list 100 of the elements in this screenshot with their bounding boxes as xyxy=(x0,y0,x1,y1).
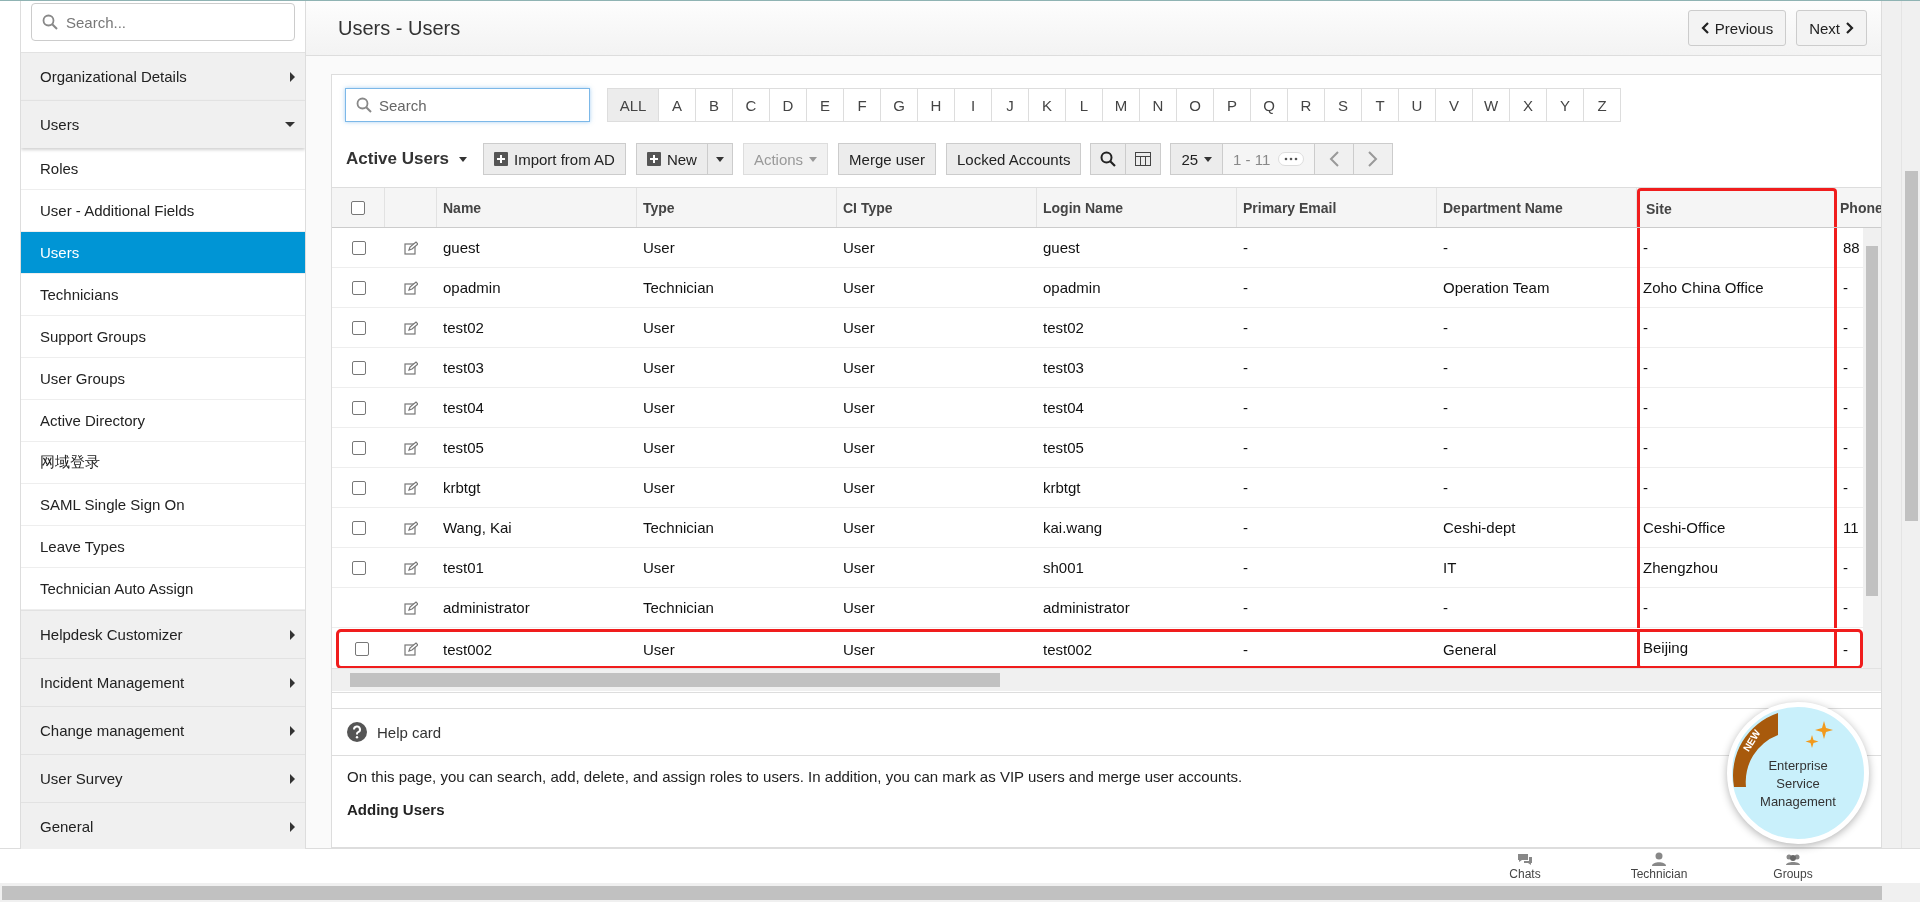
letter-filter[interactable]: W xyxy=(1472,88,1510,122)
letter-filter[interactable]: P xyxy=(1213,88,1251,122)
letter-filter[interactable]: ALL xyxy=(607,88,659,122)
column-header[interactable]: Type xyxy=(637,188,837,227)
letter-filter[interactable]: T xyxy=(1361,88,1399,122)
edit-icon[interactable] xyxy=(404,240,418,255)
letter-filter[interactable]: A xyxy=(658,88,696,122)
import-button[interactable]: Import from AD xyxy=(483,143,626,175)
letter-filter[interactable]: Y xyxy=(1546,88,1584,122)
letter-filter[interactable]: Z xyxy=(1583,88,1621,122)
letter-filter[interactable]: E xyxy=(806,88,844,122)
letter-filter[interactable]: N xyxy=(1139,88,1177,122)
row-checkbox[interactable] xyxy=(351,240,366,255)
bottom-bar-item[interactable]: Technician xyxy=(1592,849,1726,883)
search-field[interactable]: Search xyxy=(345,88,590,122)
row-checkbox[interactable] xyxy=(355,642,369,656)
search-field[interactable]: Search... xyxy=(31,3,295,41)
sidebar-section[interactable]: Users xyxy=(21,100,305,148)
sidebar-section[interactable]: Organizational Details xyxy=(21,52,305,100)
edit-icon[interactable] xyxy=(404,520,418,535)
page-horizontal-scrollbar[interactable] xyxy=(0,883,1920,902)
column-header[interactable]: Site xyxy=(1637,188,1837,227)
bottom-bar-item[interactable]: Groups xyxy=(1726,849,1860,883)
toolbar-button[interactable]: Merge user xyxy=(838,143,936,175)
page-size-selector[interactable]: 25 xyxy=(1170,143,1224,175)
edit-icon[interactable] xyxy=(404,320,418,335)
vertical-scrollbar[interactable] xyxy=(1863,228,1881,668)
table-cell: - xyxy=(1637,307,1837,348)
edit-icon[interactable] xyxy=(404,560,418,575)
row-checkbox[interactable] xyxy=(351,440,366,455)
search-button[interactable] xyxy=(1090,143,1127,175)
column-header[interactable]: Primary Email xyxy=(1237,188,1437,227)
view-selector[interactable]: Active Users xyxy=(346,149,467,169)
table-cell-text: - xyxy=(1842,639,1849,660)
letter-filter[interactable]: S xyxy=(1324,88,1362,122)
sidebar-item[interactable]: Technicians xyxy=(21,274,305,316)
letter-filter[interactable]: L xyxy=(1065,88,1103,122)
row-checkbox[interactable] xyxy=(351,400,366,415)
edit-icon[interactable] xyxy=(404,400,418,415)
sidebar-item[interactable]: User Groups xyxy=(21,358,305,400)
row-checkbox[interactable] xyxy=(351,560,366,575)
sidebar-item[interactable]: Leave Types xyxy=(21,526,305,568)
column-header[interactable]: Login Name xyxy=(1037,188,1237,227)
letter-filter[interactable]: O xyxy=(1176,88,1214,122)
new-button[interactable]: New xyxy=(635,143,708,175)
sidebar-item[interactable]: 网域登录 xyxy=(21,442,305,484)
more-icon[interactable] xyxy=(1278,152,1305,166)
letter-filter[interactable]: K xyxy=(1028,88,1066,122)
sidebar-item[interactable]: SAML Single Sign On xyxy=(21,484,305,526)
next-page-button[interactable] xyxy=(1353,143,1394,175)
letter-filter[interactable]: X xyxy=(1509,88,1547,122)
table-cell-text: - xyxy=(1842,278,1849,298)
next-button[interactable]: Next xyxy=(1796,10,1867,46)
letter-filter[interactable]: U xyxy=(1398,88,1436,122)
table-cell-text: opadmin xyxy=(442,278,502,298)
letter-filter[interactable]: V xyxy=(1435,88,1473,122)
edit-icon[interactable] xyxy=(404,642,418,656)
letter-filter[interactable]: H xyxy=(917,88,955,122)
edit-icon[interactable] xyxy=(404,280,418,295)
row-checkbox[interactable] xyxy=(351,320,366,335)
edit-icon[interactable] xyxy=(404,440,418,455)
columns-button[interactable] xyxy=(1125,143,1162,175)
column-header[interactable]: CI Type xyxy=(837,188,1037,227)
table-cell: - xyxy=(1637,347,1837,388)
row-checkbox[interactable] xyxy=(351,520,366,535)
dropdown-button[interactable] xyxy=(706,143,733,175)
letter-filter[interactable]: F xyxy=(843,88,881,122)
search-icon xyxy=(42,14,58,30)
sidebar-section[interactable]: Change management xyxy=(21,706,305,754)
letter-filter[interactable]: D xyxy=(769,88,807,122)
letter-filter[interactable]: J xyxy=(991,88,1029,122)
edit-icon[interactable] xyxy=(404,360,418,375)
page-scrollbar[interactable] xyxy=(1901,1,1920,848)
letter-filter[interactable]: I xyxy=(954,88,992,122)
letter-filter[interactable]: C xyxy=(732,88,770,122)
sidebar-section[interactable]: Helpdesk Customizer xyxy=(21,610,305,658)
previous-button[interactable]: Previous xyxy=(1687,10,1787,46)
letter-filter[interactable]: G xyxy=(880,88,918,122)
sidebar-section[interactable]: Incident Management xyxy=(21,658,305,706)
edit-icon[interactable] xyxy=(404,480,418,495)
row-checkbox[interactable] xyxy=(351,360,366,375)
row-checkbox[interactable] xyxy=(351,280,366,295)
horizontal-scrollbar[interactable] xyxy=(332,668,1881,691)
sidebar-section[interactable]: General xyxy=(21,802,305,849)
column-header[interactable]: Name xyxy=(437,188,637,227)
bottom-bar-item[interactable]: Chats xyxy=(1458,849,1592,883)
page-title: Users - Users xyxy=(338,16,461,40)
sidebar-item[interactable]: Roles xyxy=(21,148,305,190)
letter-filter[interactable]: B xyxy=(695,88,733,122)
letter-filter[interactable]: Q xyxy=(1250,88,1288,122)
sidebar-item[interactable]: Support Groups xyxy=(21,316,305,358)
sidebar-item[interactable]: Active Directory xyxy=(21,400,305,442)
row-checkbox[interactable] xyxy=(351,480,366,495)
letter-filter[interactable]: R xyxy=(1287,88,1325,122)
sidebar-section[interactable]: User Survey xyxy=(21,754,305,802)
edit-icon[interactable] xyxy=(404,600,418,615)
toolbar-button[interactable]: Locked Accounts xyxy=(945,143,1082,175)
column-header[interactable]: Department Name xyxy=(1437,188,1637,227)
letter-filter[interactable]: M xyxy=(1102,88,1140,122)
select-all-checkbox[interactable] xyxy=(351,200,365,215)
